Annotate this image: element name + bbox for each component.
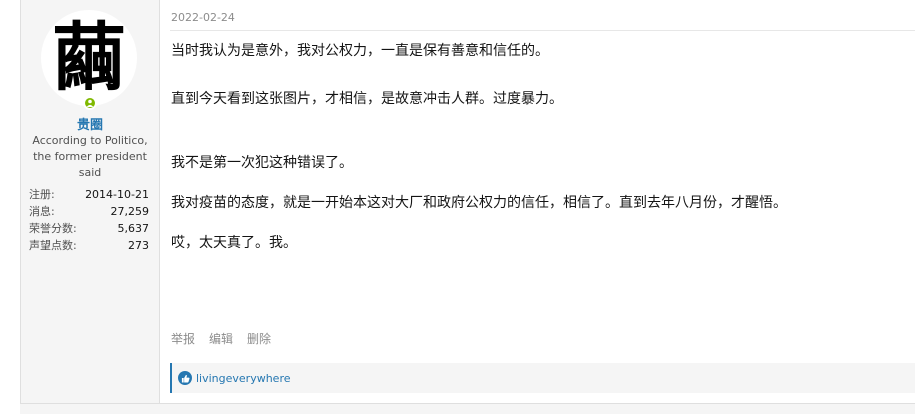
user-stats: 注册: 2014-10-21 消息: 27,259 荣誉分数: 5,637 声望… (29, 186, 149, 254)
delete-link[interactable]: 删除 (247, 330, 271, 347)
message-line: 我不是第一次犯这种错误了。 (171, 155, 353, 171)
stat-value: 2014-10-21 (85, 188, 149, 201)
online-status-icon (83, 96, 97, 110)
message-line: 当时我认为是意外，我对公权力，一直是保有善意和信任的。 (171, 43, 549, 59)
stat-honor-score: 荣誉分数: 5,637 (29, 220, 149, 237)
stat-value: 273 (128, 239, 149, 252)
stat-label: 声望点数: (29, 239, 77, 252)
next-post-edge (20, 403, 915, 414)
user-sidebar: 繭 贵圈 According to Politico, the former p… (21, 0, 160, 403)
stat-label: 荣誉分数: (29, 222, 77, 235)
reactions-bar: livingeverywhere (170, 363, 915, 393)
message-line: 哎，太天真了。我。 (171, 235, 297, 251)
avatar[interactable]: 繭 (41, 10, 137, 106)
post-date[interactable]: 2022-02-24 (171, 11, 235, 24)
post-container: 繭 贵圈 According to Politico, the former p… (20, 0, 915, 403)
user-title: According to Politico, the former presid… (32, 134, 148, 179)
divider (170, 30, 915, 31)
stat-reputation: 声望点数: 273 (29, 237, 149, 254)
stat-value: 5,637 (117, 222, 150, 235)
stat-registered: 注册: 2014-10-21 (29, 186, 149, 203)
report-link[interactable]: 举报 (171, 330, 195, 347)
stat-value[interactable]: 27,259 (111, 203, 150, 220)
avatar-glyph: 繭 (52, 15, 126, 101)
stat-label: 消息: (29, 205, 55, 218)
username-link[interactable]: 贵圈 (21, 114, 159, 133)
post-main: 2022-02-24 当时我认为是意外，我对公权力，一直是保有善意和信任的。 直… (160, 0, 915, 403)
post-actions: 举报 编辑 删除 (171, 330, 271, 347)
message-line: 直到今天看到这张图片，才相信，是故意冲击人群。过度暴力。 (171, 91, 563, 107)
message-body: 当时我认为是意外，我对公权力，一直是保有善意和信任的。 直到今天看到这张图片，才… (171, 40, 911, 254)
reaction-user-link[interactable]: livingeverywhere (196, 372, 291, 385)
like-icon (178, 371, 192, 385)
message-line: 我对疫苗的态度，就是一开始本这对大厂和政府公权力的信任，相信了。直到去年八月份，… (171, 195, 787, 211)
edit-link[interactable]: 编辑 (209, 330, 233, 347)
stat-label: 注册: (29, 188, 55, 201)
stat-messages: 消息: 27,259 (29, 203, 149, 220)
